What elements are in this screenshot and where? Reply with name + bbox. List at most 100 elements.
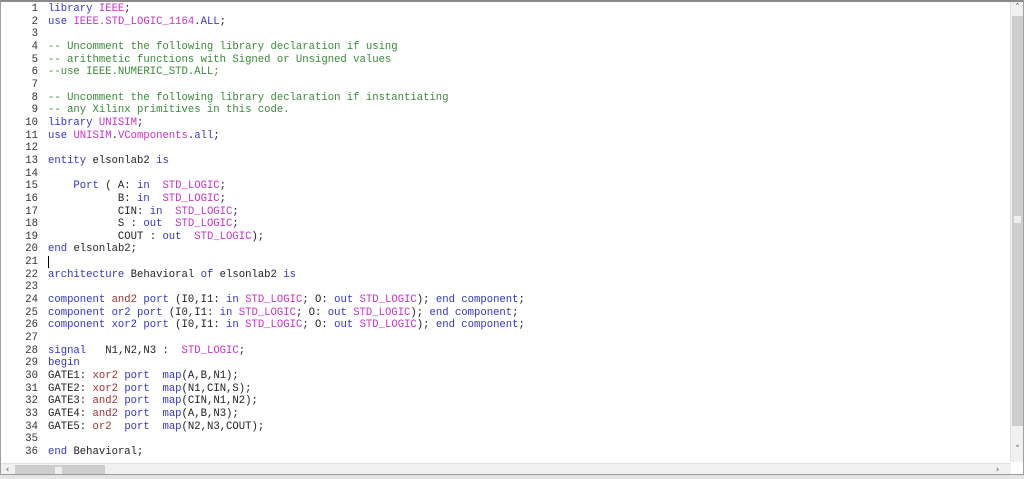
code-text bbox=[48, 256, 49, 269]
code-token: STD_LOGIC bbox=[353, 306, 411, 319]
code-line[interactable]: 6 --use IEEE.NUMERIC_STD.ALL; bbox=[1, 66, 1011, 79]
code-area[interactable]: 1 library IEEE; 2 use IEEE.STD_LOGIC_1164.A… bbox=[1, 3, 1011, 462]
line-number: 19 bbox=[25, 230, 38, 243]
line-number: 9 bbox=[31, 104, 38, 117]
code-line[interactable]: 4 -- Uncomment the following library decl… bbox=[1, 41, 1011, 54]
line-number: 2 bbox=[31, 15, 38, 28]
code-line[interactable]: 24 component and2 port (I0,I1: in STD_LOG… bbox=[1, 294, 1011, 307]
line-number: 24 bbox=[25, 294, 38, 307]
code-line[interactable]: 19 COUT : out STD_LOGIC); bbox=[1, 231, 1011, 244]
code-line[interactable]: 11 use UNISIM.VComponents.all; bbox=[1, 130, 1011, 143]
code-line[interactable]: 15 Port ( A: in STD_LOGIC; bbox=[1, 180, 1011, 193]
code-text: end elsonlab2; bbox=[48, 243, 137, 256]
code-token: xor2 bbox=[92, 370, 125, 383]
code-token: STD_LOGIC bbox=[175, 218, 233, 231]
code-line[interactable]: 30 GATE1: xor2 port map(A,B,N1); bbox=[1, 370, 1011, 383]
code-line[interactable]: 25 component or2 port (I0,I1: in STD_LOGI… bbox=[1, 307, 1011, 320]
code-token: (N1,CIN,S); bbox=[181, 382, 252, 395]
code-token: map bbox=[162, 370, 182, 383]
code-line[interactable]: 20 end elsonlab2; bbox=[1, 243, 1011, 256]
code-line[interactable]: 13 entity elsonlab2 is bbox=[1, 155, 1011, 168]
line-number: 1 bbox=[31, 3, 38, 15]
code-token: ; bbox=[219, 192, 227, 205]
code-line[interactable]: 29 begin bbox=[1, 357, 1011, 370]
code-token: xor2 bbox=[111, 319, 144, 332]
code-line[interactable]: 36 end Behavioral; bbox=[1, 446, 1011, 459]
line-number: 30 bbox=[25, 370, 38, 383]
line-number: 6 bbox=[31, 66, 38, 79]
code-token: COUT : bbox=[48, 230, 163, 243]
code-line[interactable]: 35 bbox=[1, 433, 1011, 446]
code-token: STD_LOGIC bbox=[162, 180, 220, 193]
code-line[interactable]: 3 bbox=[1, 28, 1011, 41]
code-text: end Behavioral; bbox=[48, 446, 143, 459]
code-text: -- Uncomment the following library decla… bbox=[48, 92, 449, 105]
line-number: 29 bbox=[25, 357, 38, 370]
code-line[interactable]: 18 S : out STD_LOGIC; bbox=[1, 218, 1011, 231]
code-text: GATE3: and2 port map(CIN,N1,N2); bbox=[48, 395, 258, 408]
line-number: 22 bbox=[25, 268, 38, 281]
code-token: S : bbox=[48, 218, 144, 231]
code-token: STD_LOGIC bbox=[245, 294, 303, 307]
code-token: ; bbox=[238, 344, 246, 357]
code-line[interactable]: 21 bbox=[1, 256, 1011, 269]
line-number: 16 bbox=[25, 192, 38, 205]
code-token: GATE5: bbox=[48, 420, 93, 433]
code-token: N1,N2,N3 : bbox=[92, 344, 182, 357]
code-text: begin bbox=[48, 357, 80, 370]
code-text: use UNISIM.VComponents.all; bbox=[48, 130, 220, 143]
line-number: 34 bbox=[25, 420, 38, 433]
code-token: ; O: bbox=[302, 294, 335, 307]
code-line[interactable]: 33 GATE4: and2 port map(A,B,N3); bbox=[1, 408, 1011, 421]
code-token: STD_LOGIC bbox=[359, 319, 417, 332]
vertical-scrollbar[interactable]: ˄ ˅ bbox=[1010, 2, 1023, 462]
code-line[interactable]: 26 component xor2 port (I0,I1: in STD_LOG… bbox=[1, 319, 1011, 332]
code-line[interactable]: 22 architecture Behavioral of elsonlab2 i… bbox=[1, 269, 1011, 282]
code-line[interactable]: 31 GATE2: xor2 port map(N1,CIN,S); bbox=[1, 383, 1011, 396]
code-line[interactable]: 32 GATE3: and2 port map(CIN,N1,N2); bbox=[1, 395, 1011, 408]
scroll-up-icon[interactable]: ˄ bbox=[1011, 2, 1024, 15]
code-token: ( A: bbox=[105, 180, 138, 193]
code-token: ; bbox=[219, 15, 227, 28]
scroll-down-icon[interactable]: ˅ bbox=[1011, 444, 1024, 457]
code-token: component bbox=[48, 294, 112, 307]
code-token: port bbox=[137, 306, 169, 319]
code-line[interactable]: 10 library UNISIM; bbox=[1, 117, 1011, 130]
code-line[interactable]: 34 GATE5: or2 port map(N2,N3,COUT); bbox=[1, 421, 1011, 434]
code-text: library UNISIM; bbox=[48, 117, 143, 130]
code-line[interactable]: 27 bbox=[1, 332, 1011, 345]
code-token: -- any Xilinx primitives in this code. bbox=[48, 104, 290, 117]
code-line[interactable]: 16 B: in STD_LOGIC; bbox=[1, 193, 1011, 206]
code-line[interactable]: 1 library IEEE; bbox=[1, 3, 1011, 16]
vertical-scroll-thumb[interactable] bbox=[1012, 16, 1023, 426]
code-text: GATE1: xor2 port map(A,B,N1); bbox=[48, 370, 239, 383]
code-token: ; bbox=[213, 129, 220, 142]
code-line[interactable]: 28 signal N1,N2,N3 : STD_LOGIC; bbox=[1, 345, 1011, 358]
code-token: port bbox=[124, 382, 163, 395]
code-line[interactable]: 7 bbox=[1, 79, 1011, 92]
code-token: ; bbox=[137, 116, 144, 129]
code-line[interactable]: 5 -- arithmetic functions with Signed or … bbox=[1, 54, 1011, 67]
code-line[interactable]: 8 -- Uncomment the following library decl… bbox=[1, 92, 1011, 105]
code-line[interactable]: 23 bbox=[1, 281, 1011, 294]
code-token: port bbox=[124, 408, 163, 420]
code-token: (A,B,N3); bbox=[181, 408, 239, 420]
code-token: or2 bbox=[92, 420, 125, 433]
line-number: 26 bbox=[25, 319, 38, 332]
line-number: 25 bbox=[25, 306, 38, 319]
code-line[interactable]: 14 bbox=[1, 168, 1011, 181]
code-line[interactable]: 2 use IEEE.STD_LOGIC_1164.ALL; bbox=[1, 16, 1011, 29]
line-number: 13 bbox=[25, 154, 38, 167]
code-text: GATE4: and2 port map(A,B,N3); bbox=[48, 408, 239, 421]
line-number: 4 bbox=[31, 40, 38, 53]
line-number: 17 bbox=[25, 205, 38, 218]
code-line[interactable]: 12 bbox=[1, 142, 1011, 155]
code-line[interactable]: 9 -- any Xilinx primitives in this code. bbox=[1, 104, 1011, 117]
code-text: signal N1,N2,N3 : STD_LOGIC; bbox=[48, 345, 245, 358]
code-token: STD_LOGIC bbox=[194, 230, 252, 243]
code-token: out bbox=[327, 306, 354, 319]
code-text: Port ( A: in STD_LOGIC; bbox=[48, 180, 226, 193]
code-line[interactable]: 17 CIN: in STD_LOGIC; bbox=[1, 206, 1011, 219]
